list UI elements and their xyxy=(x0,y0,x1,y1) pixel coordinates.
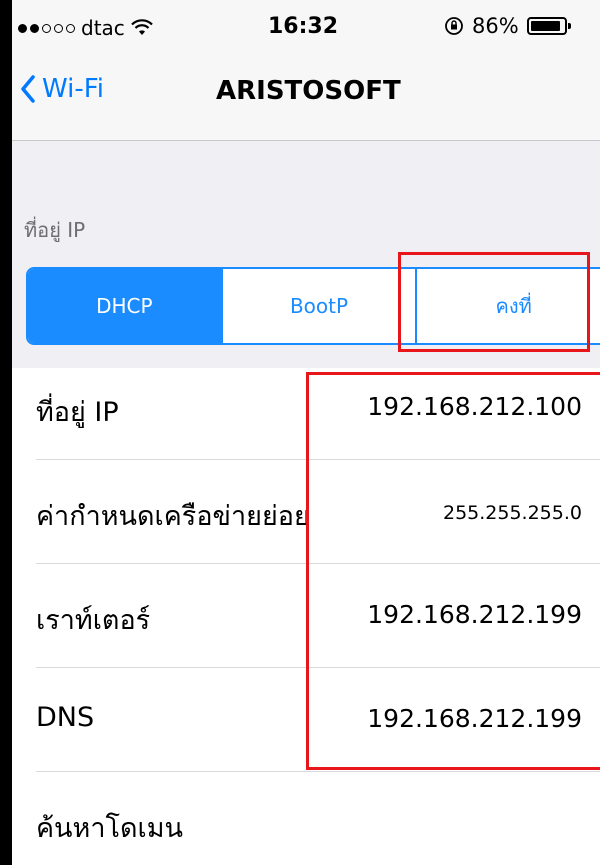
segment-dhcp[interactable]: DHCP xyxy=(28,269,223,343)
search-domains-row[interactable]: ค้นหาโดเมน xyxy=(36,772,600,865)
screen: dtac 16:32 86% Wi-Fi ARISTOSOFT ที่อยู่ … xyxy=(12,0,600,865)
signal-strength-icon xyxy=(18,23,75,33)
battery-icon xyxy=(526,17,571,35)
subnet-mask-label: ค่ากำหนดเครือข่ายย่อย xyxy=(36,501,310,532)
battery-percentage: 86% xyxy=(472,14,519,38)
page-title: ARISTOSOFT xyxy=(216,76,401,106)
rotation-lock-icon xyxy=(445,17,463,35)
carrier-name: dtac xyxy=(81,16,125,40)
chevron-left-icon xyxy=(21,75,35,103)
back-button-label: Wi-Fi xyxy=(42,74,105,104)
wifi-icon xyxy=(131,19,153,35)
annotation-box-values xyxy=(306,372,600,770)
status-bar: dtac 16:32 86% xyxy=(12,0,600,58)
annotation-box-static-segment xyxy=(398,252,590,352)
battery-info: 86% xyxy=(444,14,571,38)
dns-label: DNS xyxy=(36,702,95,733)
router-label: เราท์เตอร์ xyxy=(36,605,151,636)
device-frame-edge xyxy=(0,0,12,865)
section-header: ที่อยู่ IP xyxy=(24,218,86,242)
ip-address-label: ที่อยู่ IP xyxy=(36,397,119,428)
carrier-info: dtac xyxy=(18,16,153,40)
segment-bootp[interactable]: BootP xyxy=(223,269,418,343)
navigation-bar: Wi-Fi ARISTOSOFT xyxy=(12,58,600,141)
back-button[interactable]: Wi-Fi xyxy=(20,74,104,104)
clock: 16:32 xyxy=(268,14,339,39)
search-domains-label: ค้นหาโดเมน xyxy=(36,813,183,844)
